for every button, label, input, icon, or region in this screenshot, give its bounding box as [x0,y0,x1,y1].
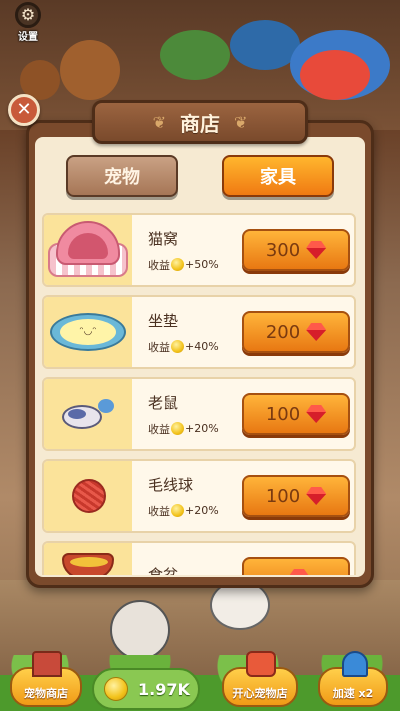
ruby-gem-icon [306,405,326,423]
ruby-gem-icon [306,487,326,505]
buy-button[interactable]: 300 [242,229,350,271]
leaf-ornament-icon: ❦ [234,112,248,132]
bonus-label: 收益 [148,504,170,518]
bonus-value: +40% [185,340,219,353]
toy-mouse-icon [62,399,114,429]
item-name: 老鼠 [148,393,179,412]
gear-icon: ⚙ [15,2,41,28]
shop-title-plaque: ❦ 商店 ❦ [92,100,308,144]
shop-item-list[interactable]: 猫窝 收益 +50% 300 ᵔ◡ᵔ 坐垫 收益 +40% 200 老鼠 收益 … [34,207,368,575]
lantern-decoration [300,50,370,100]
item-thumbnail [44,543,132,575]
speed-label: 加速 x2 [332,687,374,700]
bonus-label: 收益 [148,258,170,272]
coin-icon [104,677,128,701]
item-bonus: 收益 +20% [148,503,248,519]
tab-pets[interactable]: 宠物 [66,155,178,197]
ruby-gem-icon [306,241,326,259]
coin-amount: 1.97K [138,679,190,699]
bonus-label: 收益 [148,340,170,354]
item-thumbnail [44,461,132,531]
buy-button[interactable]: 100 [242,475,350,517]
rocket-icon [342,651,368,677]
coin-balance: 1.97K [92,668,200,710]
happy-pet-shop-button[interactable]: 开心宠物店 [222,651,298,707]
yarn-ball-icon [72,479,106,513]
coin-icon [171,340,184,353]
ruby-gem-icon [289,569,309,575]
tab-furniture[interactable]: 家具 [222,155,334,197]
food-bowl-icon [62,553,114,575]
buy-button[interactable]: 100 [242,393,350,435]
happy-shop-label: 开心宠物店 [232,687,288,700]
buy-button[interactable]: 200 [242,311,350,353]
ruby-gem-icon [306,323,326,341]
item-price: 100 [265,485,301,507]
bonus-value: +20% [185,422,219,435]
cat-bed-icon [48,221,128,279]
close-button[interactable]: ✕ [8,94,40,126]
house-icon [32,651,62,677]
shop-item-yarn-ball: 毛线球 收益 +20% 100 [42,459,356,533]
speed-up-button[interactable]: 加速 x2 [318,651,388,707]
shop-item-cat-bed: 猫窝 收益 +50% 300 [42,213,356,287]
bonus-label: 收益 [148,422,170,436]
item-name: 猫窝 [148,229,179,248]
cushion-icon: ᵔ◡ᵔ [50,313,126,351]
plant-decoration [160,30,230,80]
pet-shop-button[interactable]: 宠物商店 [10,651,82,707]
item-thumbnail [44,215,132,285]
item-name: 坐垫 [148,311,179,330]
close-icon: ✕ [16,99,32,120]
leaf-ornament-icon: ❦ [152,112,166,132]
item-price: 300 [265,239,301,261]
item-name: 食盆 [148,565,179,576]
item-bonus: 收益 +20% [148,421,248,437]
teddy-bear-decoration [60,40,120,100]
shop-item-food-bowl: 食盆 [42,541,356,575]
bonus-value: +50% [185,258,219,271]
shop-item-toy-mouse: 老鼠 收益 +20% 100 [42,377,356,451]
item-thumbnail: ᵔ◡ᵔ [44,297,132,367]
shop-item-cushion: ᵔ◡ᵔ 坐垫 收益 +40% 200 [42,295,356,369]
shop-building-icon [246,651,276,677]
item-bonus: 收益 +50% [148,257,248,273]
coin-icon [171,504,184,517]
item-price: 200 [265,321,301,343]
settings-label: 设置 [18,32,38,43]
pet-shop-label: 宠物商店 [24,687,68,700]
settings-button[interactable]: ⚙ 设置 [10,2,46,43]
buy-button[interactable] [242,557,350,575]
coin-icon [171,422,184,435]
cat-character[interactable] [110,600,170,660]
item-bonus: 收益 +40% [148,339,248,355]
shop-title: 商店 [180,111,220,136]
item-name: 毛线球 [148,475,194,494]
bonus-value: +20% [185,504,219,517]
item-thumbnail [44,379,132,449]
coin-icon [171,258,184,271]
item-price: 100 [265,403,301,425]
